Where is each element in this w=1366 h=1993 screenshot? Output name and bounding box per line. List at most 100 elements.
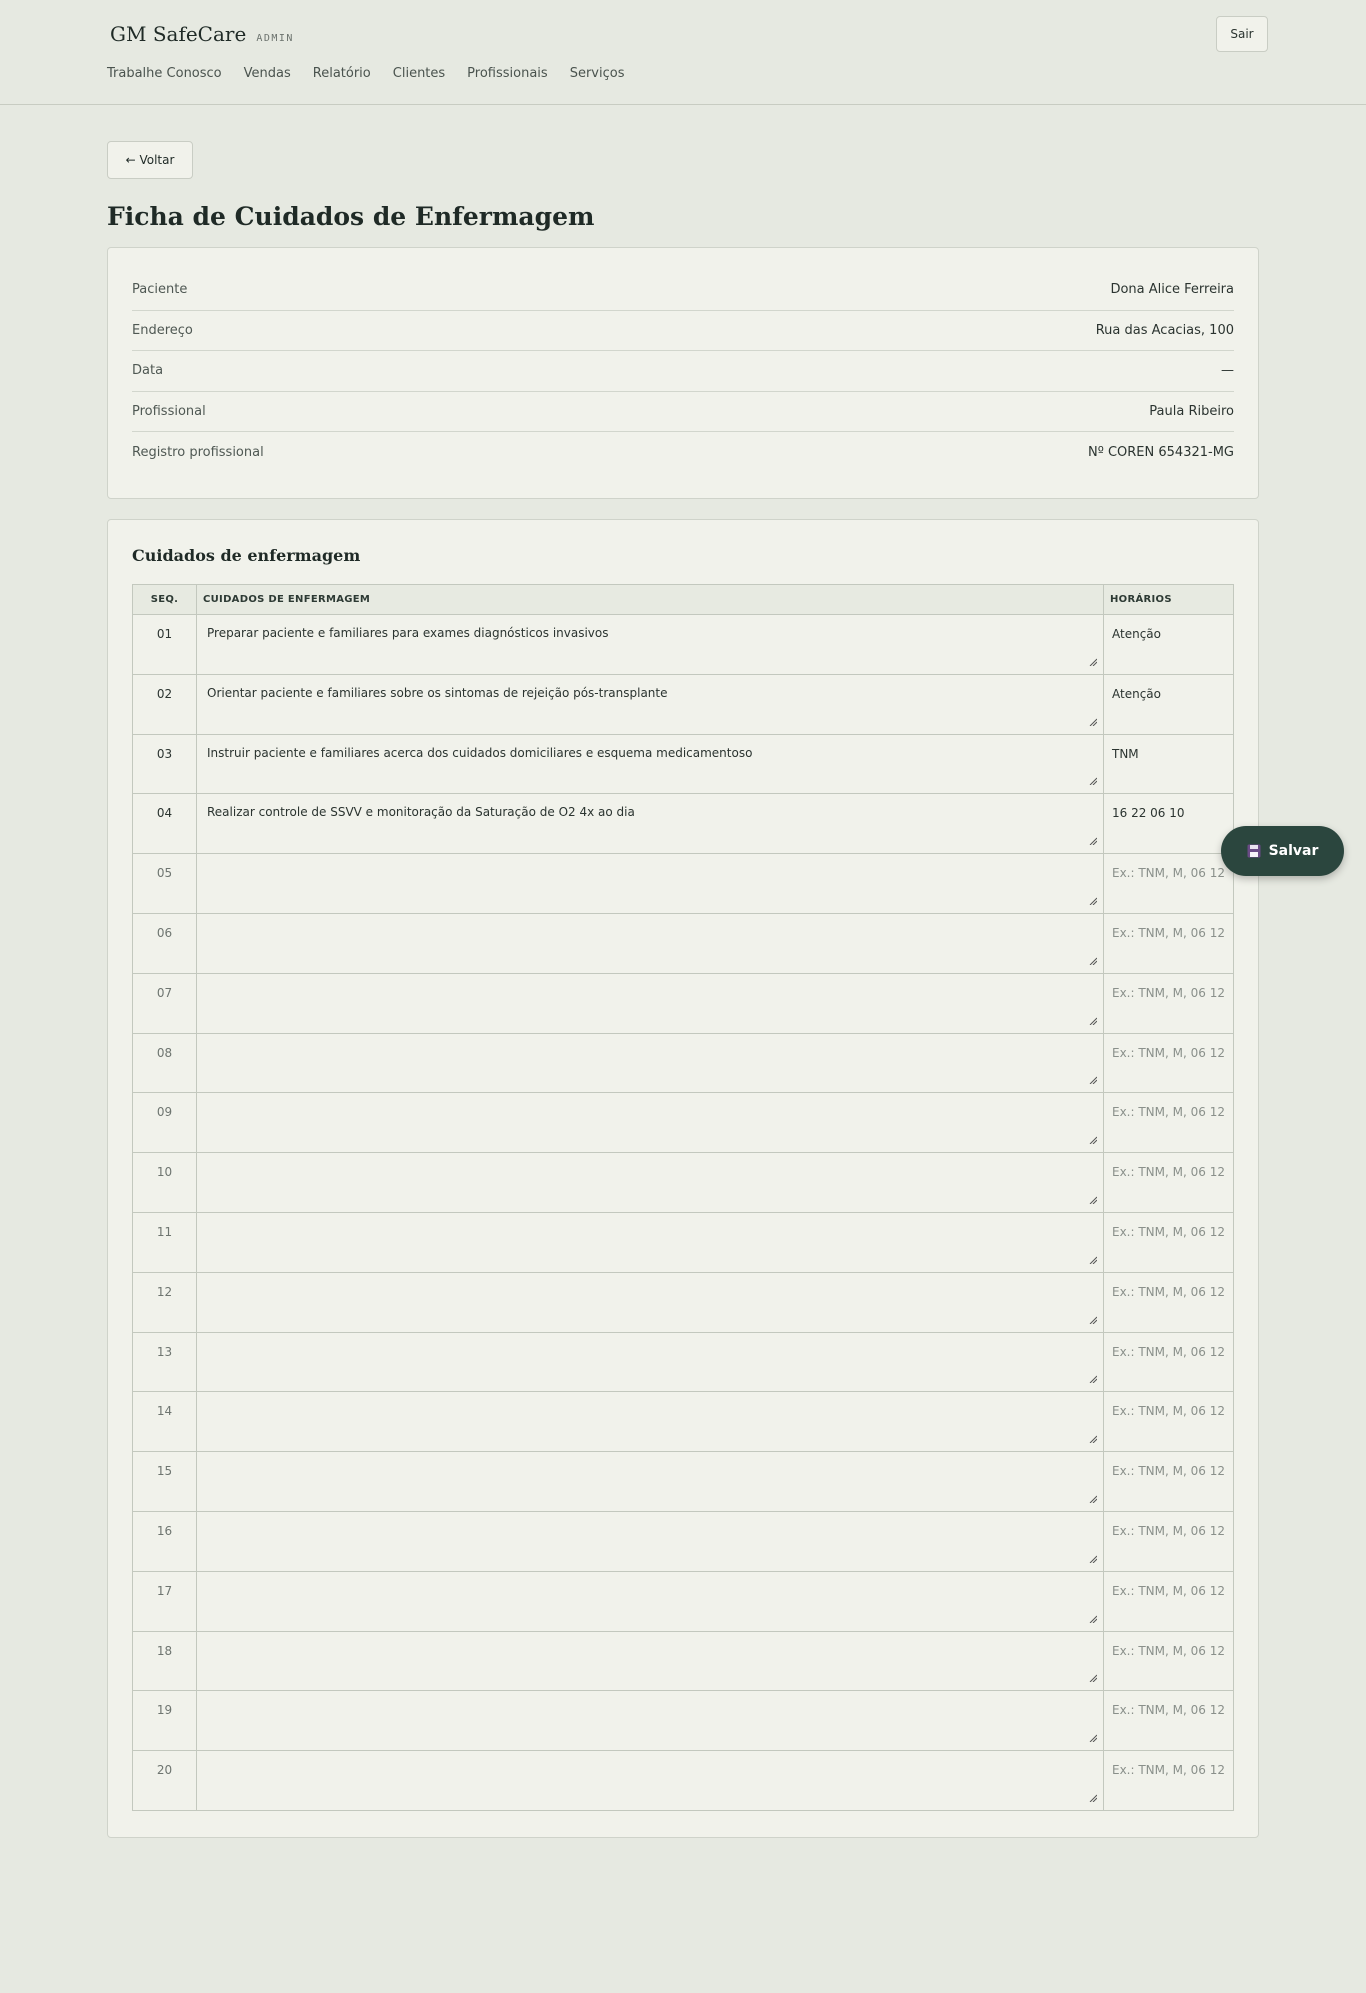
nav-trabalhe-conosco[interactable]: Trabalhe Conosco	[107, 66, 222, 81]
care-textarea[interactable]	[196, 1630, 1104, 1692]
nav-profissionais[interactable]: Profissionais	[467, 66, 548, 81]
table-row: 04 Realizar controle de SSVV e monitoraçã…	[132, 793, 1234, 855]
seq-cell: 05	[132, 853, 197, 914]
hours-input[interactable]: Ex.: TNM, M, 06 12	[1103, 1271, 1234, 1333]
info-label: Profissional	[132, 403, 206, 419]
table-row: 07 Ex.: TNM, M, 06 12	[132, 972, 1234, 1034]
resize-handle-icon[interactable]	[1089, 1196, 1097, 1204]
back-button[interactable]: ← Voltar	[107, 141, 193, 179]
info-value: Rua das Acacias, 100	[1095, 322, 1234, 338]
info-row-professional: Profissional Paula Ribeiro	[132, 392, 1234, 432]
resize-handle-icon[interactable]	[1089, 1734, 1097, 1743]
logout-button[interactable]: Sair	[1216, 16, 1268, 52]
care-textarea[interactable]	[196, 1271, 1104, 1333]
table-row: 01 Preparar paciente e familiares para ex…	[132, 614, 1234, 675]
care-textarea[interactable]	[196, 1451, 1104, 1512]
care-textarea[interactable]	[196, 1510, 1104, 1572]
resize-handle-icon[interactable]	[1089, 1136, 1097, 1145]
resize-handle-icon[interactable]	[1089, 957, 1097, 965]
care-textarea[interactable]: Realizar controle de SSVV e monitoração …	[196, 793, 1104, 855]
seq-cell: 14	[132, 1391, 197, 1453]
info-label: Data	[132, 363, 164, 379]
info-value: Nº COREN 654321-MG	[1087, 444, 1234, 460]
hours-input[interactable]: Ex.: TNM, M, 06 12	[1103, 1750, 1234, 1811]
hours-input[interactable]: Atenção	[1103, 673, 1234, 735]
hours-input[interactable]: 16 22 06 10	[1103, 793, 1234, 855]
resize-handle-icon[interactable]	[1089, 1495, 1097, 1503]
resize-handle-icon[interactable]	[1089, 1794, 1097, 1802]
hours-input[interactable]: Ex.: TNM, M, 06 12	[1103, 1152, 1234, 1213]
care-textarea[interactable]	[196, 912, 1104, 974]
resize-handle-icon[interactable]	[1089, 1076, 1097, 1085]
care-textarea[interactable]: Preparar paciente e familiares para exam…	[196, 614, 1104, 675]
nav-clientes[interactable]: Clientes	[393, 66, 445, 81]
table-row: 06 Ex.: TNM, M, 06 12	[132, 912, 1234, 974]
table-row: 14 Ex.: TNM, M, 06 12	[132, 1391, 1234, 1453]
table-row: 05 Ex.: TNM, M, 06 12	[132, 853, 1234, 914]
table-row: 11 Ex.: TNM, M, 06 12	[132, 1211, 1234, 1273]
hours-input[interactable]: Ex.: TNM, M, 06 12	[1103, 1032, 1234, 1094]
care-textarea[interactable]	[196, 1391, 1104, 1453]
seq-cell: 03	[132, 733, 197, 795]
resize-handle-icon[interactable]	[1089, 1256, 1097, 1264]
care-textarea[interactable]: Orientar paciente e familiares sobre os …	[196, 673, 1104, 735]
care-textarea[interactable]	[196, 972, 1104, 1034]
care-textarea[interactable]	[196, 1211, 1104, 1273]
nav-vendas[interactable]: Vendas	[244, 66, 291, 81]
hours-input[interactable]: Ex.: TNM, M, 06 12	[1103, 1630, 1234, 1692]
resize-handle-icon[interactable]	[1089, 1017, 1097, 1025]
table-row: 08 Ex.: TNM, M, 06 12	[132, 1032, 1234, 1094]
resize-handle-icon[interactable]	[1089, 1316, 1097, 1324]
hours-input[interactable]: Ex.: TNM, M, 06 12	[1103, 1570, 1234, 1632]
save-button[interactable]: Salvar	[1221, 826, 1344, 876]
hours-input[interactable]: Ex.: TNM, M, 06 12	[1103, 1451, 1234, 1512]
resize-handle-icon[interactable]	[1089, 777, 1097, 786]
info-row-date: Data —	[132, 351, 1234, 392]
care-textarea[interactable]	[196, 1092, 1104, 1154]
resize-handle-icon[interactable]	[1089, 658, 1097, 666]
resize-handle-icon[interactable]	[1089, 1375, 1097, 1384]
hours-input[interactable]: Ex.: TNM, M, 06 12	[1103, 853, 1234, 914]
main-nav: Trabalhe Conosco Vendas Relatório Client…	[107, 66, 624, 81]
care-textarea[interactable]: Instruir paciente e familiares acerca do…	[196, 733, 1104, 795]
resize-handle-icon[interactable]	[1089, 718, 1097, 726]
seq-cell: 02	[132, 673, 197, 735]
seq-cell: 11	[132, 1211, 197, 1273]
resize-handle-icon[interactable]	[1089, 1555, 1097, 1563]
nav-relatorio[interactable]: Relatório	[313, 66, 371, 81]
care-textarea[interactable]	[196, 1570, 1104, 1632]
resize-handle-icon[interactable]	[1089, 1615, 1097, 1623]
brand[interactable]: GM SafeCare ADMIN	[110, 22, 294, 46]
resize-handle-icon[interactable]	[1089, 1435, 1097, 1444]
seq-cell: 09	[132, 1092, 197, 1154]
hours-input[interactable]: Ex.: TNM, M, 06 12	[1103, 1211, 1234, 1273]
seq-cell: 10	[132, 1152, 197, 1213]
seq-cell: 13	[132, 1331, 197, 1393]
care-text: Orientar paciente e familiares sobre os …	[207, 685, 668, 700]
care-textarea[interactable]	[196, 1331, 1104, 1393]
section-title: Cuidados de enfermagem	[132, 546, 361, 565]
hours-input[interactable]: Ex.: TNM, M, 06 12	[1103, 912, 1234, 974]
hours-input[interactable]: TNM	[1103, 733, 1234, 795]
table-row: 15 Ex.: TNM, M, 06 12	[132, 1451, 1234, 1512]
resize-handle-icon[interactable]	[1089, 897, 1097, 905]
resize-handle-icon[interactable]	[1089, 1674, 1097, 1683]
col-header-hours: HORÁRIOS	[1103, 584, 1234, 615]
hours-input[interactable]: Ex.: TNM, M, 06 12	[1103, 972, 1234, 1034]
info-label: Endereço	[132, 322, 193, 338]
care-textarea[interactable]	[196, 1690, 1104, 1752]
care-textarea[interactable]	[196, 1032, 1104, 1094]
seq-cell: 15	[132, 1451, 197, 1512]
seq-cell: 18	[132, 1630, 197, 1692]
resize-handle-icon[interactable]	[1089, 837, 1097, 846]
hours-input[interactable]: Ex.: TNM, M, 06 12	[1103, 1092, 1234, 1154]
nav-servicos[interactable]: Serviços	[570, 66, 625, 81]
care-textarea[interactable]	[196, 853, 1104, 914]
hours-input[interactable]: Ex.: TNM, M, 06 12	[1103, 1690, 1234, 1752]
care-textarea[interactable]	[196, 1152, 1104, 1213]
hours-input[interactable]: Ex.: TNM, M, 06 12	[1103, 1391, 1234, 1453]
hours-input[interactable]: Ex.: TNM, M, 06 12	[1103, 1510, 1234, 1572]
care-textarea[interactable]	[196, 1750, 1104, 1811]
hours-input[interactable]: Ex.: TNM, M, 06 12	[1103, 1331, 1234, 1393]
hours-input[interactable]: Atenção	[1103, 614, 1234, 675]
